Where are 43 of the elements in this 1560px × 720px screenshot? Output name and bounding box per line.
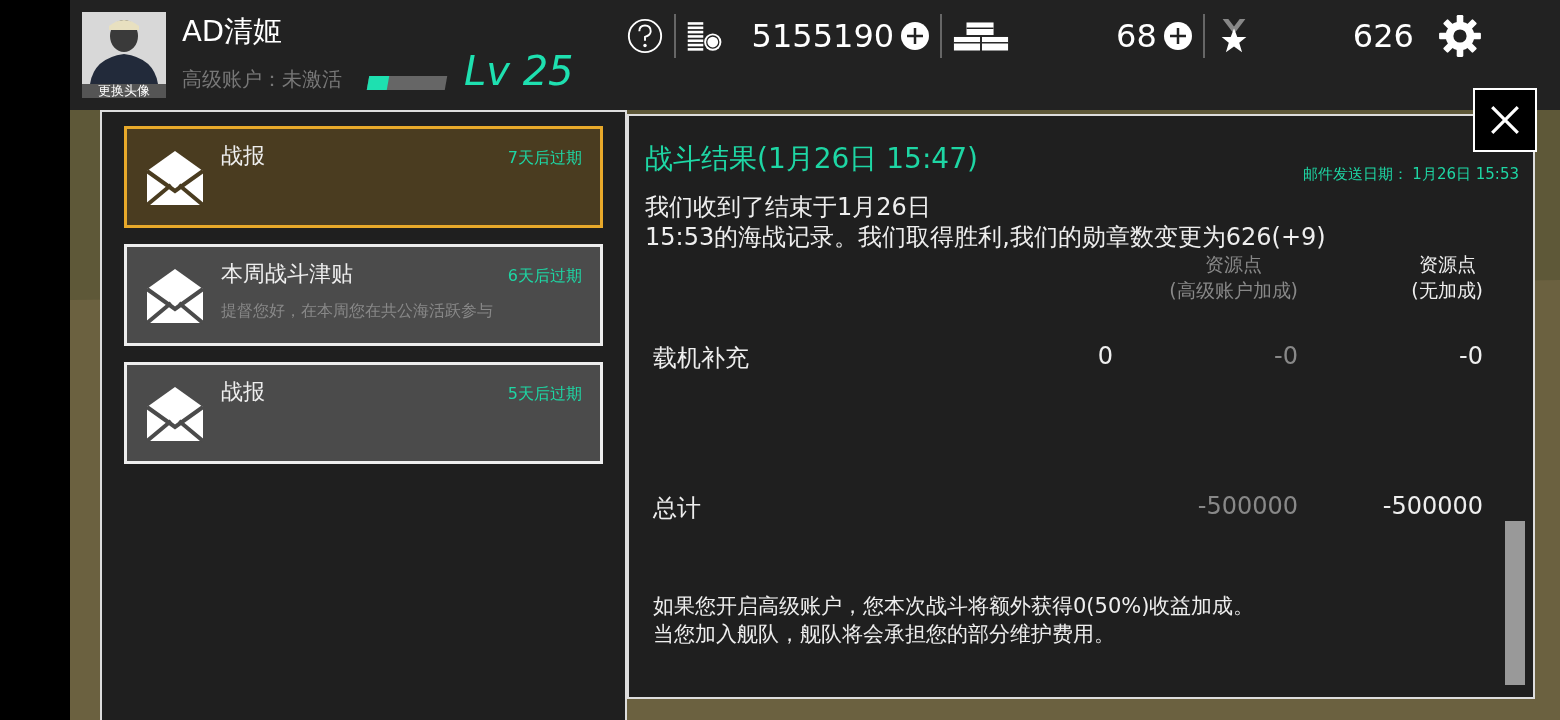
mail-item[interactable]: 战报 7天后过期 xyxy=(124,126,603,228)
add-icon[interactable] xyxy=(900,21,931,51)
mail-item[interactable]: 战报 5天后过期 xyxy=(124,362,603,464)
mail-preview: 提督您好，在本周您在共公海活跃参与 xyxy=(221,301,494,322)
mail-title: 本周战斗津贴 xyxy=(221,260,353,288)
sent-date: 邮件发送日期： 1月26日 15:53 xyxy=(1302,165,1519,184)
footer-note: 当您加入舰队，舰队将会承担您的部分维护费用。 xyxy=(653,621,1116,648)
scrollbar-thumb[interactable] xyxy=(1505,521,1525,685)
row-label: 载机补充 xyxy=(653,343,750,374)
row-label: 总计 xyxy=(653,493,702,524)
table-cell: -0 xyxy=(1459,342,1483,370)
mail-title: 战报 xyxy=(221,378,265,406)
message-line: 我们收到了结束于1月26日 xyxy=(645,192,932,222)
settings-icon[interactable] xyxy=(1437,14,1482,58)
expiry-label: 6天后过期 xyxy=(507,266,582,287)
resource-amount: 626 xyxy=(1352,17,1414,55)
player-name: AD清姬 xyxy=(182,13,284,50)
table-cell: -500000 xyxy=(1197,492,1298,520)
help-icon[interactable] xyxy=(625,17,664,55)
footer-note: 如果您开启高级账户，您本次战斗将额外获得0(50%)收益加成。 xyxy=(653,593,1256,620)
account-status: 高级账户：未激活 xyxy=(182,66,342,93)
mail-item[interactable]: 本周战斗津贴 6天后过期 提督您好，在本周您在共公海活跃参与 xyxy=(124,244,603,346)
column-header: (高级账户加成) xyxy=(1169,278,1298,303)
column-header: 资源点 xyxy=(1205,252,1263,277)
add-icon[interactable] xyxy=(1162,21,1193,51)
avatar-button[interactable]: 更换头像 xyxy=(82,12,166,98)
mail-title: 战报 xyxy=(221,142,265,170)
column-header: (无加成) xyxy=(1411,278,1483,303)
table-cell: -500000 xyxy=(1382,492,1483,520)
avatar-caption: 更换头像 xyxy=(82,84,166,98)
resource-amount: 5155190 xyxy=(751,17,895,55)
avatar-silhouette-icon xyxy=(82,12,166,84)
message-line: 15:53的海战记录。我们取得胜利,我们的勋章数变更为626(+9) xyxy=(645,222,1327,252)
mail-heading: 战斗结果(1月26日 15:47) xyxy=(645,141,978,177)
level-label: Lv 25 xyxy=(464,48,574,94)
expiry-label: 5天后过期 xyxy=(507,384,582,405)
resource-amount: 68 xyxy=(1116,17,1157,55)
table-cell: -0 xyxy=(1274,342,1298,370)
close-button[interactable] xyxy=(1473,88,1537,152)
column-header: 资源点 xyxy=(1418,252,1476,277)
expiry-label: 7天后过期 xyxy=(507,148,582,169)
table-cell: 0 xyxy=(1097,342,1113,370)
close-icon xyxy=(1489,104,1521,136)
